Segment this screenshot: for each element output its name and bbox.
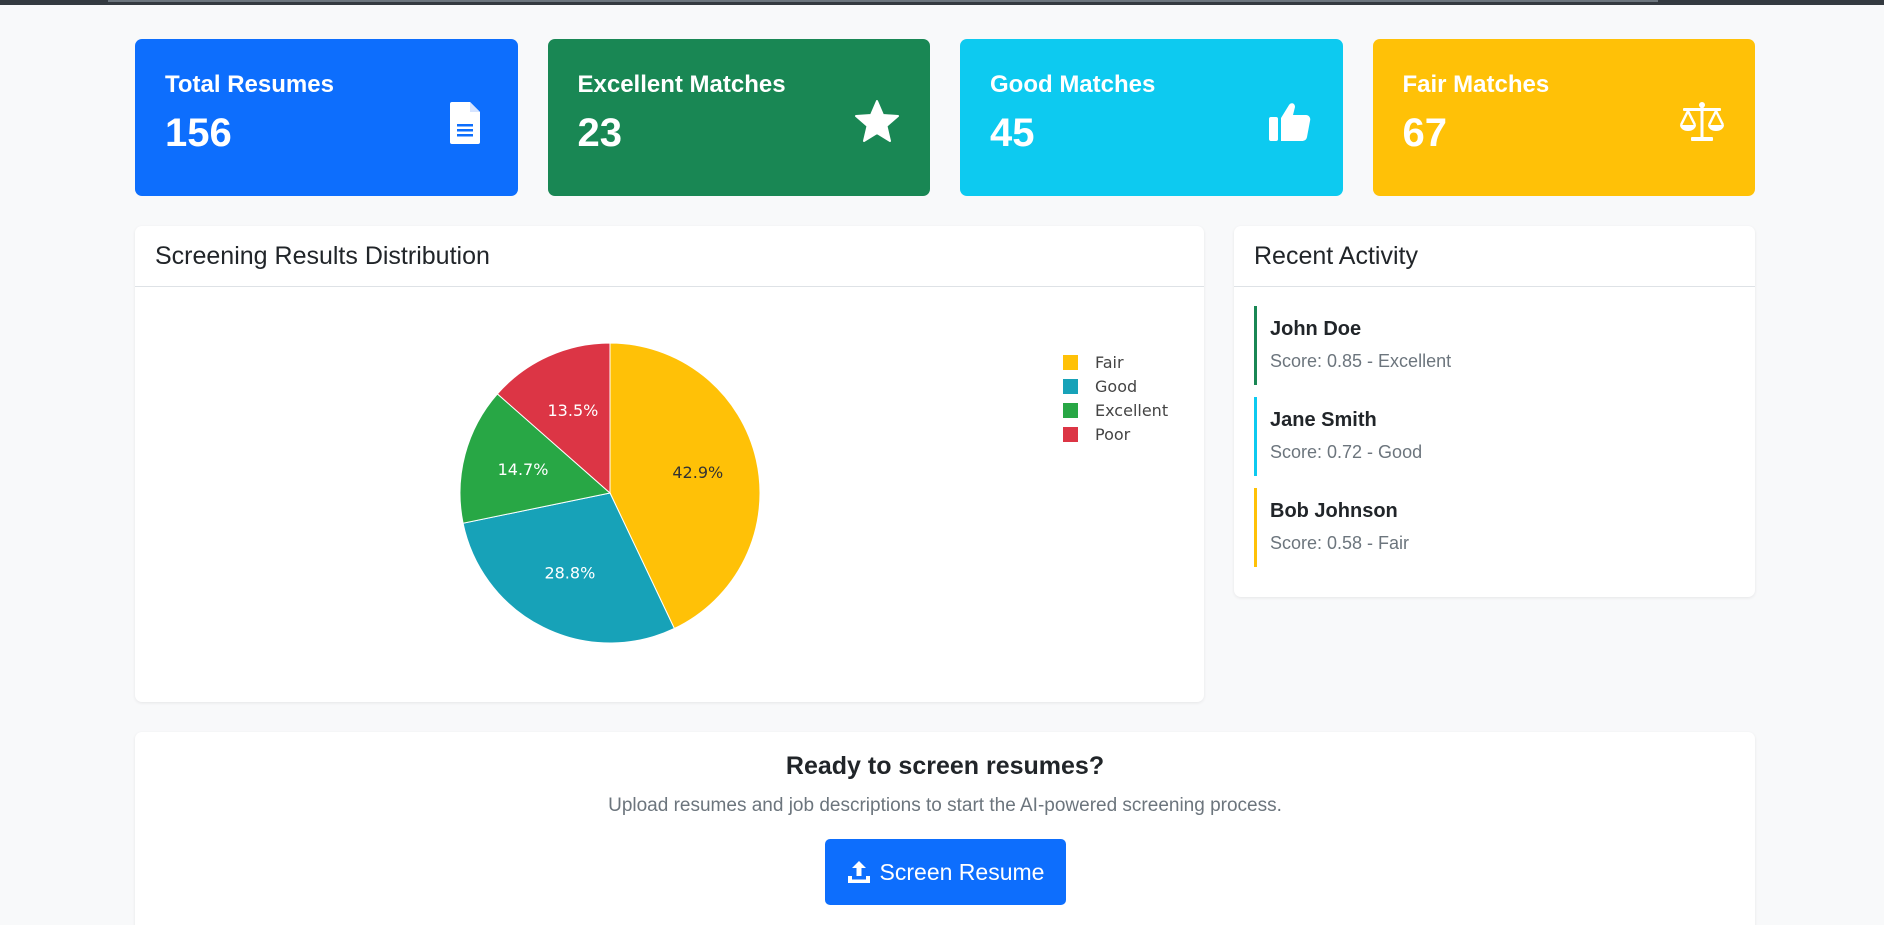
star-icon bbox=[855, 100, 899, 142]
stat-card-fair-matches: Fair Matches 67 bbox=[1372, 39, 1755, 196]
stat-card-total-resumes: Total Resumes 156 bbox=[135, 39, 518, 196]
pie-slice-label: 42.9% bbox=[672, 463, 723, 482]
legend-swatch bbox=[1063, 427, 1078, 442]
top-bar-strip bbox=[108, 0, 1658, 2]
stat-title: Excellent Matches bbox=[577, 71, 786, 98]
activity-score: Score: 0.72 - Good bbox=[1270, 442, 1423, 462]
balance-scale-icon bbox=[1679, 102, 1725, 141]
legend-swatch bbox=[1063, 355, 1078, 370]
cta-title: Ready to screen resumes? bbox=[785, 752, 1105, 780]
cta-text: Upload resumes and job descriptions to s… bbox=[608, 795, 1282, 816]
legend-swatch bbox=[1063, 379, 1078, 394]
recent-activity-card: Recent Activity John Doe Score: 0.85 - E… bbox=[1234, 226, 1755, 597]
pie-chart: 42.9% 28.8% 14.7% 13.5% Fair Good Excellent Po… bbox=[459, 342, 1168, 644]
content-row: Screening Results Distribution 42.9% 28.8… bbox=[135, 226, 1755, 702]
chart-card-title: Screening Results Distribution bbox=[135, 226, 1204, 287]
stat-card-good-matches: Good Matches 45 bbox=[960, 39, 1343, 196]
cta-card: Ready to screen resumes? Upload resumes … bbox=[135, 732, 1755, 925]
pie-slice-label: 28.8% bbox=[544, 564, 595, 583]
legend-label[interactable]: Fair bbox=[1095, 353, 1124, 372]
thumbs-up-icon bbox=[1268, 103, 1310, 141]
stat-title: Total Resumes bbox=[165, 71, 334, 98]
screen-resume-label: Screen Resume bbox=[879, 858, 1045, 885]
screen-resume-button[interactable]: Screen Resume bbox=[824, 839, 1066, 905]
activity-item[interactable]: Jane Smith Score: 0.72 - Good bbox=[1254, 397, 1735, 476]
chart-area: 42.9% 28.8% 14.7% 13.5% Fair Good Excellent Po… bbox=[135, 287, 1204, 702]
browser-top-bar bbox=[0, 0, 1884, 5]
legend-label[interactable]: Excellent bbox=[1095, 401, 1168, 420]
activity-item[interactable]: John Doe Score: 0.85 - Excellent bbox=[1254, 306, 1735, 385]
activity-name: John Doe bbox=[1270, 318, 1362, 340]
activity-name: Bob Johnson bbox=[1270, 500, 1398, 522]
legend-label[interactable]: Poor bbox=[1095, 425, 1131, 444]
dashboard-container: Total Resumes 156 Excellent Matches 23 G… bbox=[135, 39, 1755, 925]
legend-label[interactable]: Good bbox=[1095, 377, 1137, 396]
activity-score: Score: 0.85 - Excellent bbox=[1270, 351, 1452, 371]
stat-card-excellent-matches: Excellent Matches 23 bbox=[547, 39, 930, 196]
upload-icon bbox=[847, 861, 870, 883]
activity-list: John Doe Score: 0.85 - Excellent Jane Sm… bbox=[1234, 287, 1755, 597]
file-icon bbox=[449, 102, 480, 144]
activity-score: Score: 0.58 - Fair bbox=[1270, 533, 1410, 553]
activity-item[interactable]: Bob Johnson Score: 0.58 - Fair bbox=[1254, 488, 1735, 567]
pie-slice-label: 13.5% bbox=[548, 401, 599, 420]
activity-name: Jane Smith bbox=[1270, 409, 1377, 431]
stats-row: Total Resumes 156 Excellent Matches 23 G… bbox=[135, 39, 1755, 196]
legend-swatch bbox=[1063, 403, 1078, 418]
stat-title: Fair Matches bbox=[1402, 71, 1550, 98]
activity-card-title: Recent Activity bbox=[1234, 226, 1755, 287]
pie-slice-label: 14.7% bbox=[498, 460, 549, 479]
distribution-chart-card: Screening Results Distribution 42.9% 28.8… bbox=[135, 226, 1204, 702]
stat-title: Good Matches bbox=[990, 71, 1156, 98]
